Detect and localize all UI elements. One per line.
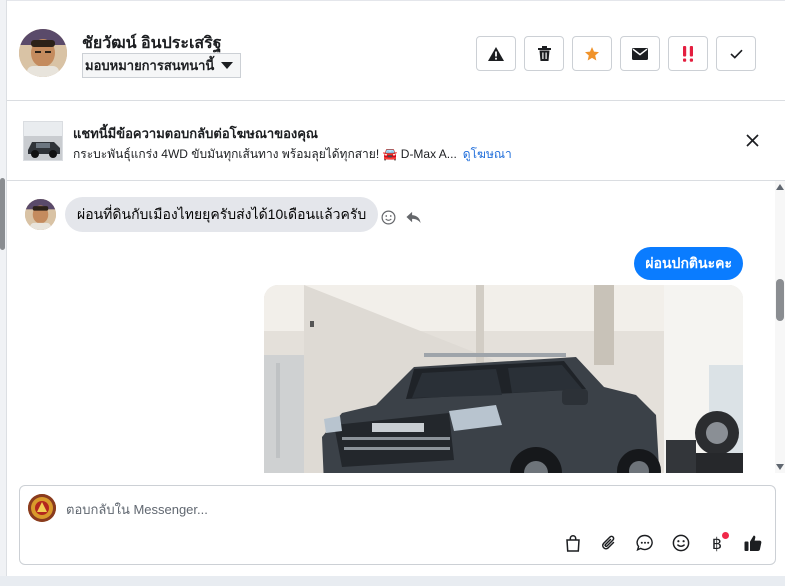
bottom-edge xyxy=(0,576,785,586)
mark-done-button[interactable] xyxy=(716,36,756,71)
delete-button[interactable] xyxy=(524,36,564,71)
reply-arrow-icon xyxy=(405,211,421,223)
pickup-truck-photo[interactable] xyxy=(264,285,743,473)
baht-payment-icon: ฿ xyxy=(711,533,723,553)
trash-icon xyxy=(537,46,551,61)
shopping-bag-icon xyxy=(566,534,580,552)
reply-button[interactable] xyxy=(405,209,421,225)
outgoing-message[interactable]: ผ่อนปกตินะคะ xyxy=(634,247,743,280)
warning-icon xyxy=(488,46,504,61)
message-composer: ฿ xyxy=(19,485,776,565)
thread-scrollbar[interactable] xyxy=(775,181,785,473)
emoji-icon xyxy=(672,534,690,552)
paperclip-icon xyxy=(602,535,615,550)
scroll-up-arrow-icon[interactable] xyxy=(776,184,784,190)
thread-scrollbar-thumb[interactable] xyxy=(776,279,784,321)
thumbs-up-icon xyxy=(744,535,762,551)
ad-thumbnail[interactable] xyxy=(23,121,63,161)
payment-button[interactable]: ฿ xyxy=(706,532,729,554)
ad-caption: กระบะพันธุ์แกร่ง 4WD ขับมันทุกเส้นทาง พร… xyxy=(73,147,457,161)
urgent-icon xyxy=(683,45,693,62)
assign-conversation-label: มอบหมายการสนทนานี้ xyxy=(85,58,215,73)
shopping-bag-button[interactable] xyxy=(562,532,584,554)
message-thread[interactable]: ผ่อนที่ดินกับเมืองไทยยุครับส่งได้10เดือน… xyxy=(7,181,775,473)
smiley-icon xyxy=(381,210,395,224)
ad-banner-title: แชทนี้มีข้อความตอบกลับต่อโฆษณาของคุณ xyxy=(73,126,318,141)
incoming-message[interactable]: ผ่อนที่ดินกับเมืองไทยยุครับส่งได้10เดือน… xyxy=(65,197,379,232)
report-spam-button[interactable] xyxy=(476,36,516,71)
left-scrollbar-thumb[interactable] xyxy=(0,178,5,250)
emoji-button[interactable] xyxy=(670,532,692,554)
send-like-button[interactable] xyxy=(742,532,764,554)
left-panel-edge xyxy=(0,0,7,586)
close-icon xyxy=(745,133,759,147)
ad-reply-banner: แชทนี้มีข้อความตอบกลับต่อโฆษณาของคุณ กระ… xyxy=(7,101,785,181)
ad-banner-subtitle: กระบะพันธุ์แกร่ง 4WD ขับมันทุกเส้นทาง พร… xyxy=(73,145,512,164)
react-button[interactable] xyxy=(380,209,396,225)
notification-dot xyxy=(722,532,729,539)
mark-urgent-button[interactable] xyxy=(668,36,708,71)
contact-avatar[interactable] xyxy=(19,29,67,77)
star-icon xyxy=(585,46,599,61)
caret-down-icon xyxy=(221,62,234,69)
close-banner-button[interactable] xyxy=(743,131,761,149)
quick-reply-icon xyxy=(636,534,653,552)
star-button[interactable] xyxy=(572,36,612,71)
assign-conversation-dropdown[interactable]: มอบหมายการสนทนานี้ xyxy=(82,53,242,78)
mail-icon xyxy=(632,47,648,60)
saved-replies-button[interactable] xyxy=(634,532,656,554)
check-icon xyxy=(729,49,743,59)
scroll-down-arrow-icon[interactable] xyxy=(776,464,784,470)
view-ad-link[interactable]: ดูโฆษณา xyxy=(463,147,512,161)
conversation-header: ชัยวัฒน์ อินประเสริฐ มอบหมายการสนทนานี้ xyxy=(7,0,785,101)
composer-toolbar: ฿ xyxy=(562,532,764,554)
mark-unread-button[interactable] xyxy=(620,36,660,71)
reply-input[interactable] xyxy=(66,498,756,520)
conversation-actions xyxy=(476,36,756,71)
page-avatar xyxy=(28,494,56,522)
sender-avatar[interactable] xyxy=(25,199,56,230)
attach-button[interactable] xyxy=(598,532,620,554)
